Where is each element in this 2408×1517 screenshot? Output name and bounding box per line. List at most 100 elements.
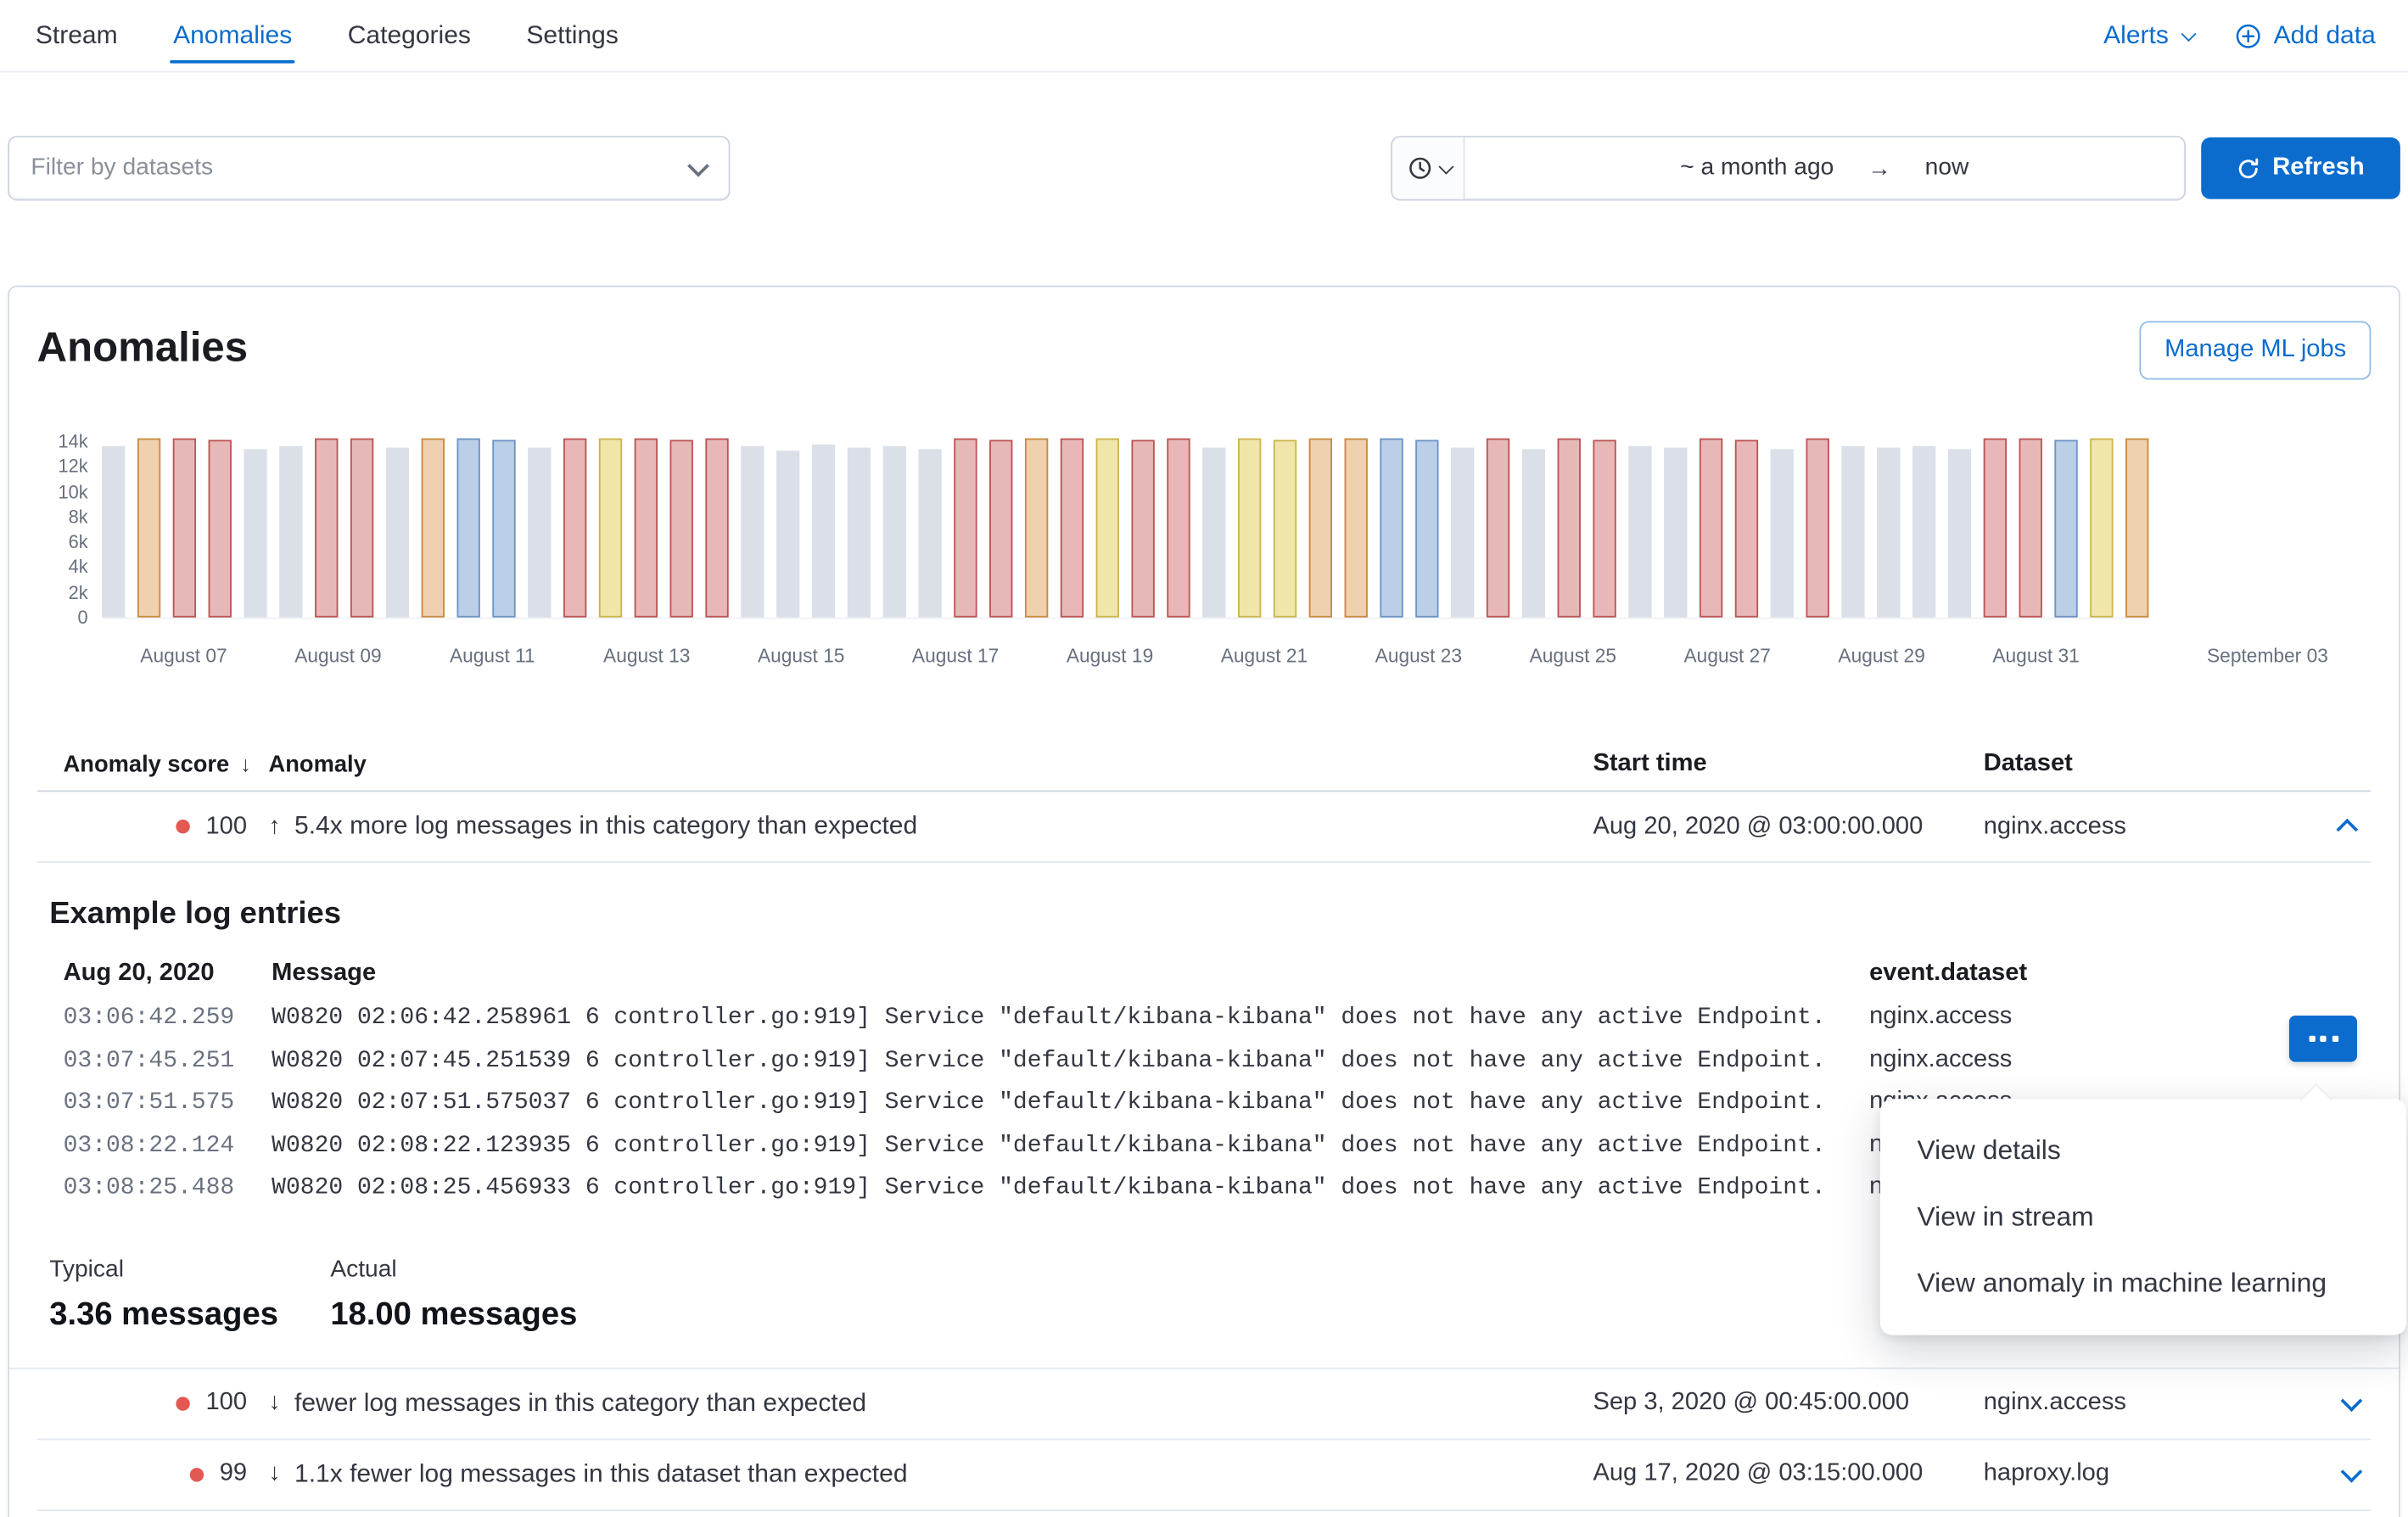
tab-settings[interactable]: Settings: [524, 0, 622, 71]
log-entry-timestamp: 03:07:45.251: [64, 1046, 272, 1074]
anomaly-score-value: 99: [220, 1461, 247, 1489]
date-range-field[interactable]: ~ a month ago → now: [1464, 137, 2184, 199]
chart-bar: [741, 446, 764, 617]
log-date-header: Aug 20, 2020: [64, 960, 272, 988]
chart-y-axis: 14k12k10k8k6k4k2k0: [37, 435, 92, 618]
context-menu-item-view-anomaly-in-machine-learning[interactable]: View anomaly in machine learning: [1880, 1251, 2406, 1317]
actual-stat: Actual 18.00 messages: [330, 1257, 611, 1334]
chart-bar: [528, 448, 551, 618]
y-axis-tick-label: 0: [78, 607, 88, 628]
chart-bar: [918, 448, 941, 617]
tab-categories[interactable]: Categories: [344, 0, 473, 71]
anomaly-description: 5.4x more log messages in this category …: [294, 812, 917, 842]
x-axis-tick-label: August 17: [912, 645, 999, 666]
typical-stat: Typical 3.36 messages: [49, 1257, 330, 1334]
refresh-button[interactable]: Refresh: [2201, 137, 2400, 199]
y-axis-tick-label: 6k: [69, 531, 88, 552]
clock-icon: [1407, 156, 1431, 181]
expand-row-button[interactable]: [2325, 1450, 2374, 1499]
chart-bar: [1664, 448, 1687, 618]
chevron-down-icon[interactable]: [687, 155, 709, 177]
log-entry-actions-button[interactable]: [2289, 1016, 2357, 1062]
x-axis-tick-label: August 15: [758, 645, 844, 666]
chart-bars: [102, 435, 2148, 619]
anomaly-table-row: 99↓1x fewer log messages in this dataset…: [37, 1511, 2372, 1517]
anomaly-description: 1.1x fewer log messages in this dataset …: [294, 1460, 908, 1490]
add-data-link[interactable]: Add data: [2235, 21, 2376, 51]
chart-bar: [1522, 448, 1545, 617]
chart-bar: [244, 449, 266, 617]
chart-bar: [209, 439, 232, 618]
chart-bar: [2090, 439, 2113, 617]
chart-bar: [1061, 439, 1084, 618]
context-menu-item-view-in-stream[interactable]: View in stream: [1880, 1184, 2406, 1250]
chart-bar: [812, 444, 835, 617]
log-message-header: Message: [272, 960, 1869, 988]
collapse-row-button[interactable]: [2325, 802, 2374, 851]
arrow-up-icon: ↑: [269, 813, 281, 841]
chart-bar: [492, 439, 515, 618]
anomaly-dataset: nginx.access: [1967, 1390, 2313, 1418]
anomaly-dataset: haproxy.log: [1967, 1461, 2313, 1489]
date-range-end: now: [1925, 154, 1969, 182]
chart-bar: [1700, 439, 1722, 618]
context-menu-item-view-details[interactable]: View details: [1880, 1117, 2406, 1184]
column-header-anomaly-score[interactable]: Anomaly score ↓: [37, 751, 269, 777]
anomaly-table-header: Anomaly score ↓ Anomaly Start time Datas…: [37, 738, 2372, 792]
manage-ml-jobs-button[interactable]: Manage ML jobs: [2140, 321, 2371, 379]
chart-bar: [1167, 439, 1190, 618]
date-picker-group: ~ a month ago → now Refresh: [1391, 136, 2400, 200]
chart-bar: [1380, 439, 1403, 617]
alerts-menu-button[interactable]: Alerts: [2103, 21, 2192, 51]
chart-bar: [670, 439, 693, 618]
chart-bar: [1487, 439, 1509, 618]
chart-x-axis: August 07August 09August 11August 13Augu…: [102, 645, 2340, 673]
log-entry-message: W0820 02:07:51.575037 6 controller.go:91…: [272, 1089, 1869, 1117]
log-entry-message: W0820 02:06:42.258961 6 controller.go:91…: [272, 1003, 1869, 1031]
arrow-down-icon: ↓: [269, 1390, 281, 1418]
typical-label: Typical: [49, 1257, 330, 1285]
x-axis-tick-label: September 03: [2207, 645, 2328, 666]
chart-bar: [173, 439, 196, 618]
chevron-down-icon: [2181, 25, 2196, 41]
anomaly-dataset: nginx.access: [1967, 813, 2313, 841]
anomalies-histogram-chart: 14k12k10k8k6k4k2k0 August 07August 09Aug…: [37, 435, 2372, 682]
top-navigation: Stream Anomalies Categories Settings Ale…: [0, 0, 2408, 73]
chart-bar: [1415, 439, 1438, 618]
filter-toolbar: ~ a month ago → now Refresh: [0, 136, 2408, 200]
chart-bar: [1202, 448, 1225, 618]
typical-value: 3.36 messages: [49, 1296, 330, 1334]
dataset-filter-combobox[interactable]: [8, 136, 730, 200]
arrow-right-icon: →: [1868, 155, 1890, 182]
chart-bar: [350, 439, 373, 618]
x-axis-tick-label: August 09: [294, 645, 381, 666]
log-entry-timestamp: 03:08:22.124: [64, 1131, 272, 1159]
chevron-down-icon: [2341, 1462, 2363, 1484]
chart-bar: [1096, 439, 1119, 617]
anomaly-score-value: 100: [205, 1390, 247, 1418]
date-range-start: ~ a month ago: [1680, 154, 1834, 182]
x-axis-tick-label: August 31: [1992, 645, 2079, 666]
expand-row-button[interactable]: [2325, 1379, 2374, 1428]
x-axis-tick-label: August 29: [1838, 645, 1924, 666]
chart-bar: [1912, 445, 1935, 618]
chart-bar: [635, 439, 658, 618]
chart-bar: [1025, 439, 1048, 617]
sort-descending-icon: ↓: [240, 752, 251, 776]
panel-header: Anomalies Manage ML jobs: [9, 287, 2399, 379]
tab-stream[interactable]: Stream: [32, 0, 120, 71]
add-data-label: Add data: [2274, 21, 2376, 51]
tab-anomalies[interactable]: Anomalies: [170, 0, 294, 71]
quick-select-button[interactable]: [1392, 137, 1465, 199]
x-axis-tick-label: August 11: [450, 645, 535, 666]
chart-bar: [1628, 446, 1651, 617]
anomaly-table-row: 99↓1.1x fewer log messages in this datas…: [37, 1440, 2372, 1511]
chart-bar: [954, 439, 977, 618]
anomaly-score-header-label: Anomaly score: [64, 751, 230, 777]
dataset-filter-input[interactable]: [28, 153, 689, 183]
log-entry-message: W0820 02:08:25.456933 6 controller.go:91…: [272, 1173, 1869, 1201]
example-log-entries-title: Example log entries: [37, 897, 2372, 932]
chart-bar: [1877, 448, 1900, 618]
plus-circle-icon: [2235, 22, 2261, 48]
page-title: Anomalies: [37, 321, 248, 373]
